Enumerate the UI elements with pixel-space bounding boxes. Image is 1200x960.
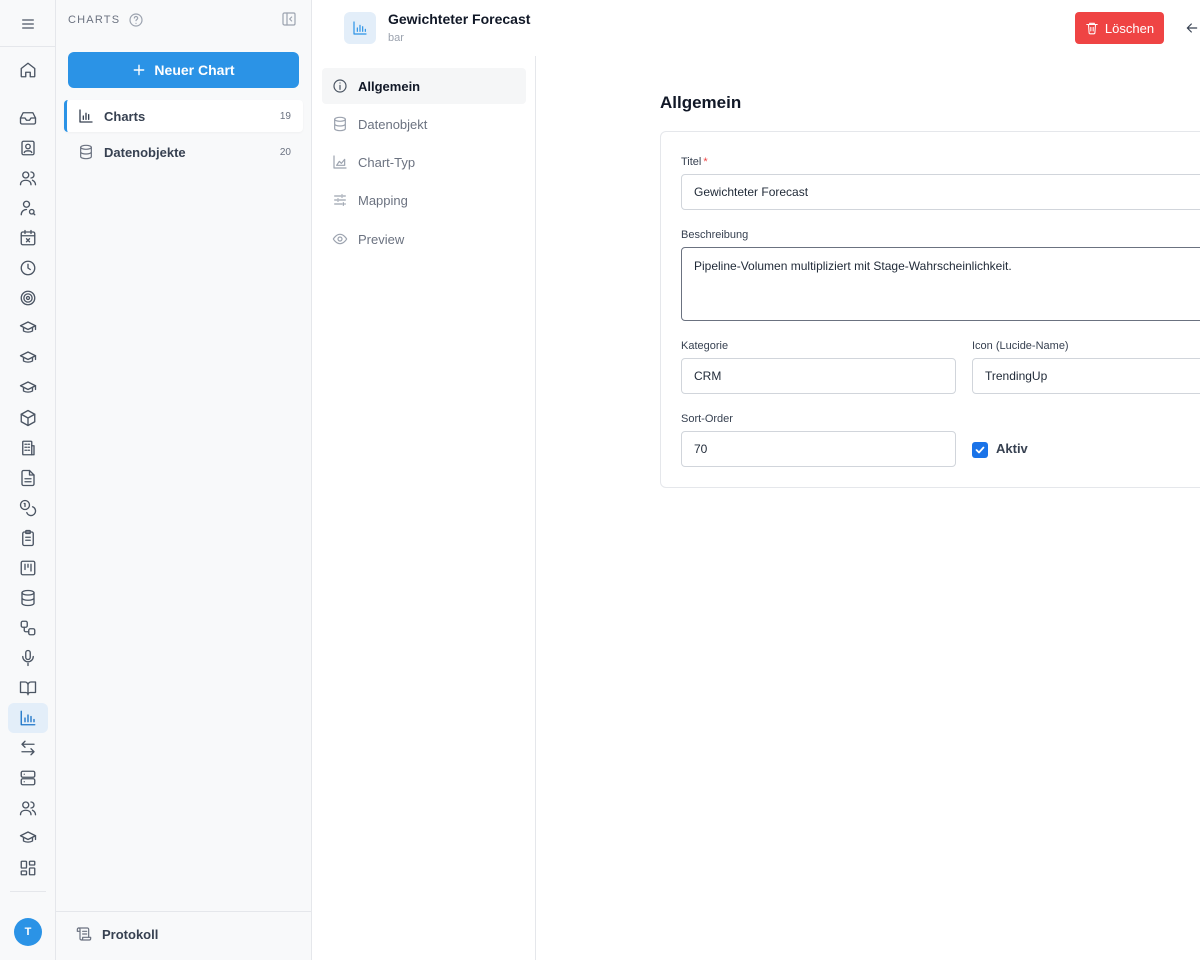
charts-panel: Charts Neuer Chart Charts 19 Datenobjekt…: [56, 0, 312, 960]
target-icon[interactable]: [8, 283, 48, 313]
graduation-cap-icon[interactable]: [8, 373, 48, 403]
bar-chart-icon: [78, 108, 94, 124]
beschreibung-textarea[interactable]: Pipeline-Volumen multipliziert mit Stage…: [681, 247, 1200, 321]
new-chart-button[interactable]: Neuer Chart: [68, 52, 299, 88]
menu-icon[interactable]: [8, 9, 48, 39]
panel-item-datenobjekte[interactable]: Datenobjekte 20: [64, 136, 303, 168]
clipboard-list-icon[interactable]: [8, 523, 48, 553]
eye-icon: [332, 231, 348, 247]
form-card: Titel * Gewichteter Forecast Beschreibung…: [660, 131, 1200, 488]
database-icon[interactable]: [8, 583, 48, 613]
sort-order-label: Sort-Order: [681, 413, 733, 425]
server-icon[interactable]: [8, 763, 48, 793]
beschreibung-label: Beschreibung: [681, 229, 749, 241]
building-icon[interactable]: [8, 433, 48, 463]
workflow-icon[interactable]: [8, 613, 48, 643]
bar-chart-icon[interactable]: [8, 703, 48, 733]
kategorie-label: Kategorie: [681, 340, 729, 352]
titel-label: Titel *: [681, 156, 708, 168]
panel-item-label: Datenobjekte: [104, 144, 186, 160]
tab-mapping[interactable]: Mapping: [322, 182, 526, 218]
clock-icon[interactable]: [8, 253, 48, 283]
tab-label: Chart-Typ: [358, 154, 416, 170]
protokoll-link[interactable]: Protokoll: [76, 926, 158, 942]
delete-label: Löschen: [1104, 20, 1155, 36]
package-icon[interactable]: [8, 403, 48, 433]
protokoll-label: Protokoll: [102, 926, 159, 942]
database-icon: [332, 116, 348, 132]
avatar[interactable]: T: [14, 918, 42, 946]
page-subtitle: bar: [388, 32, 404, 44]
mic-icon[interactable]: [8, 643, 48, 673]
rail-divider: [10, 891, 46, 892]
panel-item-label: Charts: [104, 108, 146, 124]
sliders-icon: [332, 192, 348, 208]
sort-order-input[interactable]: 70: [681, 431, 956, 467]
tab-label: Allgemein: [358, 78, 421, 94]
database-icon: [78, 144, 94, 160]
arrow-left-icon[interactable]: [1184, 20, 1200, 36]
book-open-icon[interactable]: [8, 673, 48, 703]
kanban-icon[interactable]: [8, 553, 48, 583]
titel-input[interactable]: Gewichteter Forecast: [681, 174, 1200, 210]
delete-button[interactable]: Löschen: [1075, 12, 1164, 44]
tab-label: Datenobjekt: [358, 116, 428, 132]
aktiv-label[interactable]: Aktiv: [996, 441, 1028, 456]
layout-grid-icon[interactable]: [8, 853, 48, 883]
area-chart-icon: [332, 154, 348, 170]
arrow-left-right-icon[interactable]: [8, 733, 48, 763]
top-bar: Gewichteter Forecast bar Löschen: [312, 0, 1200, 56]
panel-title: Charts: [68, 14, 121, 26]
scroll-icon: [76, 926, 92, 942]
info-icon: [332, 78, 348, 94]
graduation-cap-icon[interactable]: [8, 313, 48, 343]
tab-datenobjekt[interactable]: Datenobjekt: [322, 106, 526, 142]
users-icon[interactable]: [8, 793, 48, 823]
icon-name-input[interactable]: TrendingUp: [972, 358, 1200, 394]
rail-divider: [0, 46, 55, 47]
calendar-x-icon[interactable]: [8, 223, 48, 253]
tab-preview[interactable]: Preview: [322, 221, 526, 257]
page-title: Gewichteter Forecast: [388, 11, 531, 27]
tab-label: Mapping: [358, 192, 408, 208]
trash-icon: [1085, 21, 1099, 35]
titel-label-text: Titel: [681, 156, 702, 168]
panel-header: Charts: [68, 10, 299, 30]
section-nav: Allgemein Datenobjekt Chart-Typ Mapping …: [312, 56, 536, 960]
icon-name-label: Icon (Lucide-Name): [972, 340, 1069, 352]
check-icon: [975, 446, 985, 454]
tab-chart-typ[interactable]: Chart-Typ: [322, 144, 526, 180]
graduation-cap-icon[interactable]: [8, 343, 48, 373]
coins-icon[interactable]: [8, 493, 48, 523]
panel-collapse-icon[interactable]: [281, 11, 297, 27]
panel-item-charts[interactable]: Charts 19: [64, 100, 303, 132]
file-text-icon[interactable]: [8, 463, 48, 493]
icon-rail: T: [0, 0, 56, 960]
panel-item-count: 20: [279, 146, 291, 158]
kategorie-input[interactable]: CRM: [681, 358, 956, 394]
aktiv-checkbox[interactable]: [972, 442, 988, 458]
tab-allgemein[interactable]: Allgemein: [322, 68, 526, 104]
panel-footer-divider: [56, 911, 311, 912]
graduation-cap-icon[interactable]: [8, 823, 48, 853]
inbox-icon[interactable]: [8, 103, 48, 133]
required-marker: *: [703, 156, 708, 168]
new-chart-label: Neuer Chart: [154, 62, 235, 78]
user-search-icon[interactable]: [8, 193, 48, 223]
home-icon[interactable]: [8, 55, 48, 85]
bar-chart-icon: [344, 12, 376, 44]
panel-item-count: 19: [279, 110, 291, 122]
main-content: Allgemein Titel * Gewichteter Forecast Be…: [537, 56, 1200, 960]
help-circle-icon[interactable]: [128, 12, 144, 28]
contact-card-icon[interactable]: [8, 133, 48, 163]
users-icon[interactable]: [8, 163, 48, 193]
plus-icon: [132, 63, 146, 77]
section-heading: Allgemein: [660, 93, 742, 112]
tab-label: Preview: [358, 231, 405, 247]
